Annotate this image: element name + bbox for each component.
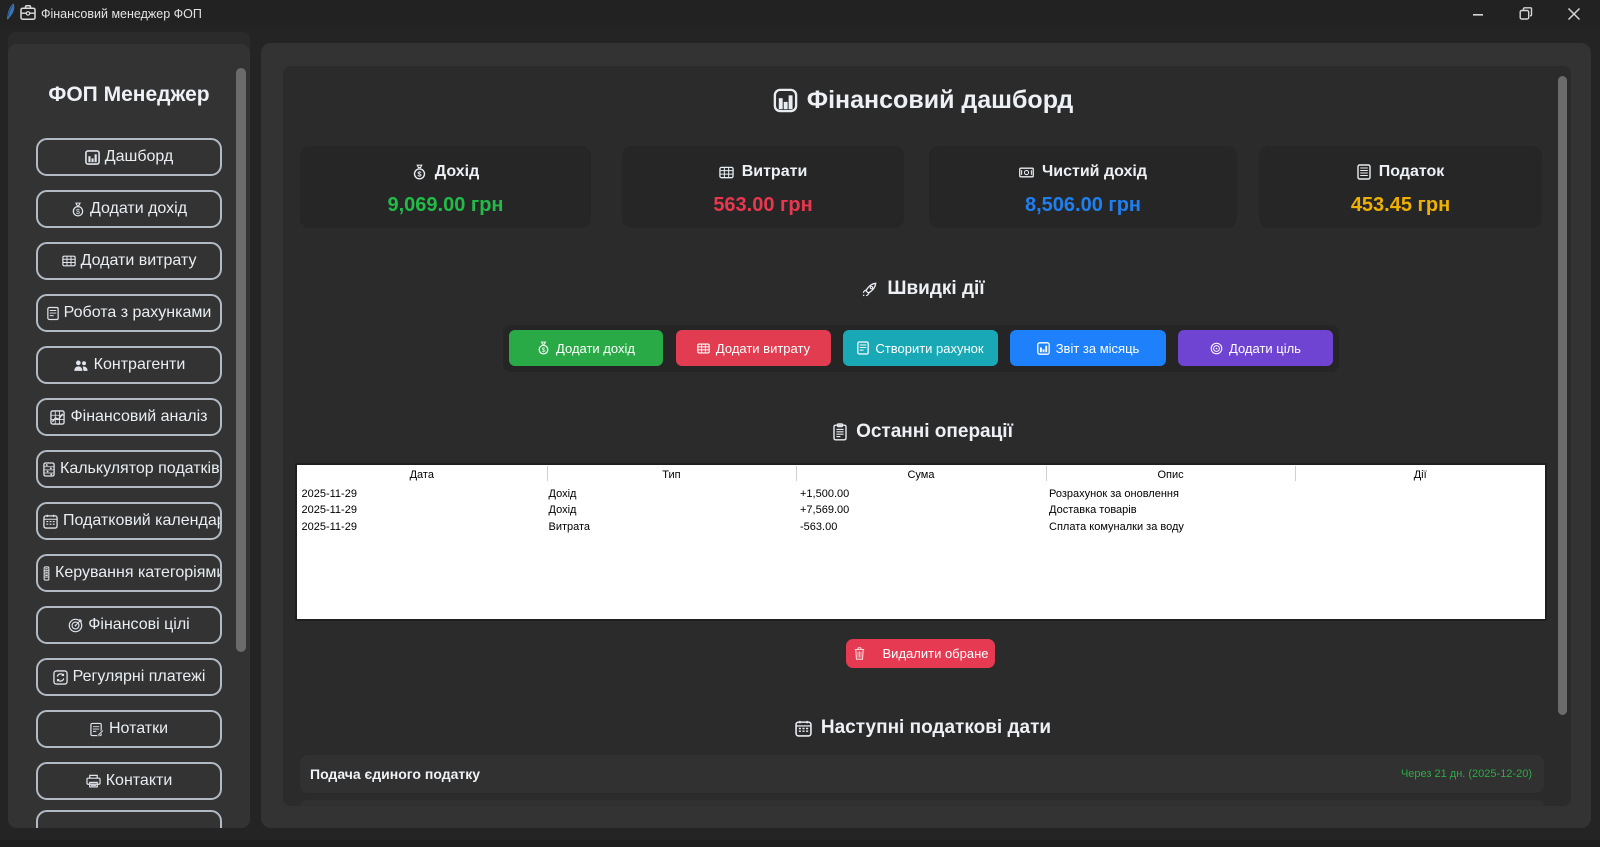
svg-text:$: $ [542,347,546,354]
svg-text:$: $ [76,208,80,215]
svg-text:$: $ [417,170,422,179]
